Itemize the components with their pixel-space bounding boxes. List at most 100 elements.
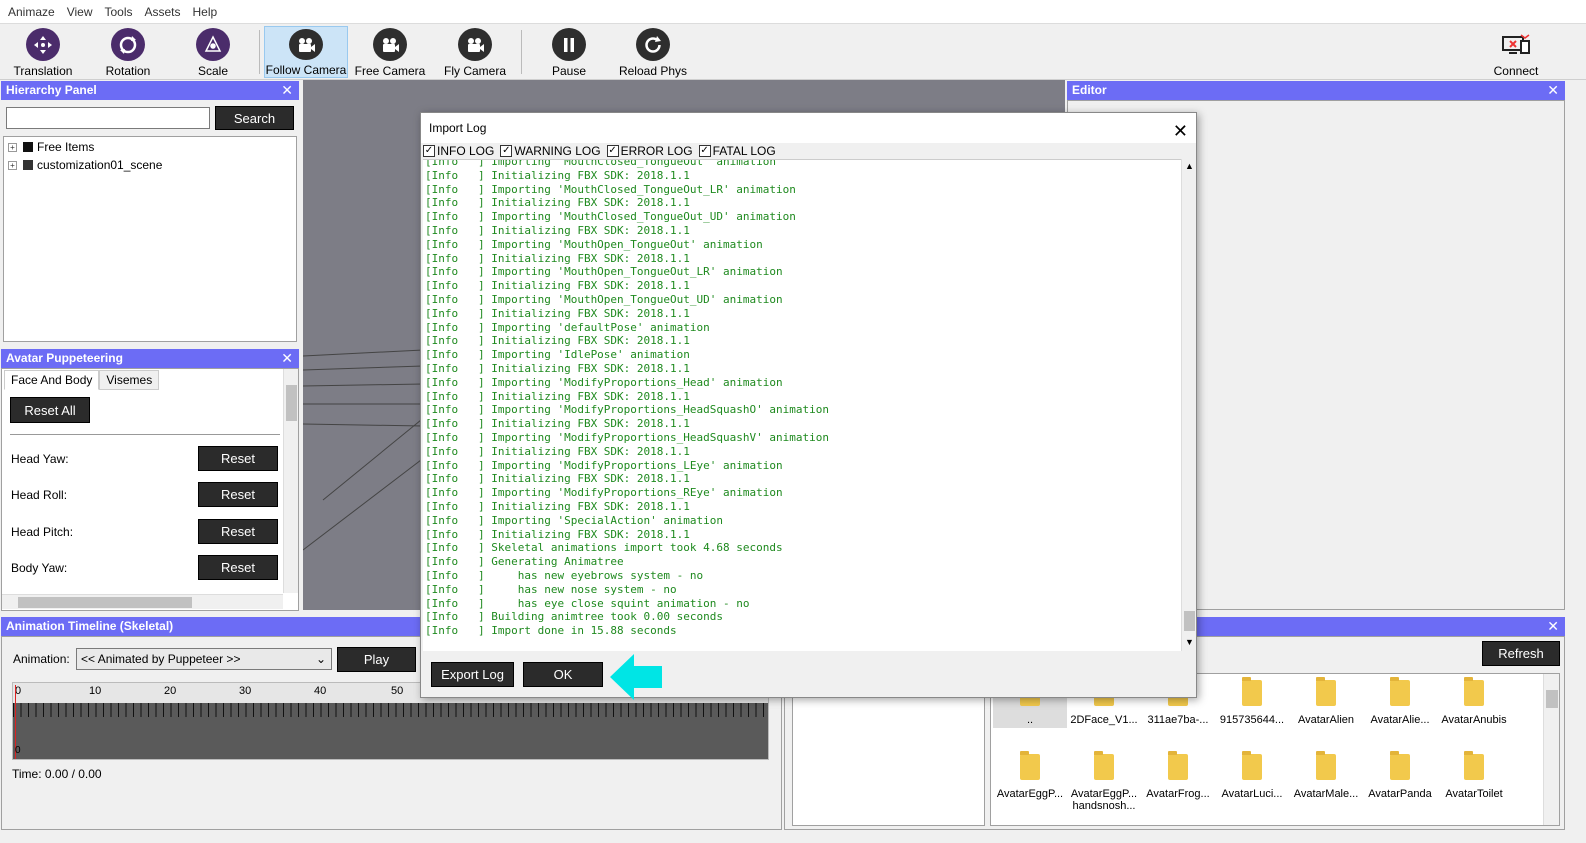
- pause-label: Pause: [551, 64, 587, 78]
- expand-icon[interactable]: +: [8, 160, 17, 170]
- folder-icon: [1316, 751, 1336, 780]
- camera-icon: [289, 29, 323, 60]
- fly-camera-button[interactable]: Fly Camera: [433, 26, 517, 78]
- folder-label: AvatarLuci...: [1221, 788, 1283, 800]
- tick-label: 40: [314, 685, 327, 697]
- head-pitch-label: Head Pitch:: [11, 525, 74, 539]
- chevron-down-icon[interactable]: ▼: [1185, 637, 1194, 647]
- error-log-checkbox[interactable]: ✓ ERROR LOG: [606, 143, 693, 159]
- checkmark-icon: ✓: [606, 145, 619, 157]
- head-pitch-reset-button[interactable]: Reset: [198, 519, 278, 544]
- scrollbar-thumb[interactable]: [1546, 690, 1558, 708]
- puppeteering-tabs: Face And Body Visemes: [4, 370, 160, 390]
- menu-assets[interactable]: Assets: [141, 5, 189, 19]
- head-roll-reset-button[interactable]: Reset: [198, 482, 278, 507]
- asset-grid-scrollbar[interactable]: [1543, 674, 1559, 825]
- log-scrollbar[interactable]: ▲ ▼: [1181, 159, 1196, 651]
- hierarchy-panel-header: Hierarchy Panel ✕: [1, 81, 299, 100]
- reset-all-button[interactable]: Reset All: [10, 397, 90, 423]
- tree-item-scene[interactable]: + customization01_scene: [8, 157, 162, 173]
- scrollbar-thumb[interactable]: [1184, 611, 1195, 631]
- head-yaw-reset-button[interactable]: Reset: [198, 446, 278, 471]
- folder-item[interactable]: AvatarMale...: [1289, 751, 1363, 800]
- close-icon[interactable]: ✕: [1547, 617, 1559, 636]
- connect-button[interactable]: Connect: [1474, 26, 1558, 78]
- log-line: [Info ] has new nose system - no: [425, 582, 677, 596]
- pause-button[interactable]: Pause: [527, 26, 611, 78]
- fatal-log-checkbox[interactable]: ✓ FATAL LOG: [698, 143, 776, 159]
- folder-item[interactable]: AvatarLuci...: [1215, 751, 1289, 800]
- reload-phys-button[interactable]: Reload Phys: [611, 26, 695, 78]
- highlight-arrow-icon: [610, 654, 662, 700]
- search-button[interactable]: Search: [215, 106, 294, 130]
- expand-icon[interactable]: +: [8, 142, 17, 152]
- dialog-title: Import Log: [429, 121, 487, 135]
- menu-view[interactable]: View: [63, 5, 101, 19]
- puppeteering-horizontal-scrollbar[interactable]: [2, 594, 283, 609]
- close-icon[interactable]: ✕: [281, 81, 293, 100]
- folder-item[interactable]: AvatarPanda: [1363, 751, 1437, 800]
- folder-label: AvatarAlien: [1297, 714, 1355, 726]
- folder-label: 915735644...: [1219, 714, 1285, 726]
- time-readout: Time: 0.00 / 0.00: [12, 767, 102, 781]
- export-log-button[interactable]: Export Log: [431, 662, 514, 687]
- tree-item-label: customization01_scene: [37, 158, 163, 172]
- tab-visemes[interactable]: Visemes: [99, 370, 160, 390]
- tree-item-free-items[interactable]: + Free Items: [8, 139, 94, 155]
- close-icon[interactable]: ✕: [1173, 116, 1188, 146]
- log-line: [Info ] Initializing FBX SDK: 2018.1.1: [425, 251, 690, 265]
- filter-label: ERROR LOG: [620, 144, 693, 158]
- log-line: [Info ] has eye close squint animation -…: [425, 596, 750, 610]
- folder-item[interactable]: AvatarEggP...: [993, 751, 1067, 800]
- refresh-button[interactable]: Refresh: [1482, 641, 1560, 666]
- hierarchy-search-input[interactable]: [6, 107, 210, 129]
- toolbar-separator: [521, 30, 522, 74]
- tab-face-and-body[interactable]: Face And Body: [4, 370, 100, 390]
- menu-help[interactable]: Help: [189, 5, 226, 19]
- head-yaw-label: Head Yaw:: [11, 452, 69, 466]
- chevron-up-icon[interactable]: ▲: [1185, 161, 1194, 171]
- rotation-button[interactable]: Rotation: [86, 26, 170, 78]
- body-yaw-reset-button[interactable]: Reset: [198, 555, 278, 580]
- folder-item[interactable]: AvatarAnubis: [1437, 677, 1511, 726]
- warning-log-checkbox[interactable]: ✓ WARNING LOG: [500, 143, 601, 159]
- body-yaw-label: Body Yaw:: [11, 561, 68, 575]
- animation-select[interactable]: << Animated by Puppeteer >> ⌄: [76, 648, 332, 670]
- translation-button[interactable]: Translation: [1, 26, 85, 78]
- tick-label: 50: [391, 685, 404, 697]
- folder-icon: [1464, 677, 1484, 706]
- folder-item[interactable]: AvatarToilet: [1437, 751, 1511, 800]
- puppeteering-panel-title: Avatar Puppeteering: [6, 351, 123, 365]
- scale-icon: [196, 28, 230, 61]
- reload-icon: [636, 28, 670, 61]
- close-icon[interactable]: ✕: [1547, 81, 1559, 100]
- close-icon[interactable]: ✕: [281, 349, 293, 368]
- connect-icon: [1499, 28, 1533, 61]
- free-camera-button[interactable]: Free Camera: [348, 26, 432, 78]
- scrollbar-thumb[interactable]: [286, 385, 297, 421]
- rotate-icon: [111, 28, 145, 61]
- folder-item[interactable]: AvatarEggP... handsnosh...: [1067, 751, 1141, 812]
- tree-item-label: Free Items: [37, 140, 95, 154]
- folder-item[interactable]: 915735644...: [1215, 677, 1289, 726]
- log-line: [Info ] Initializing FBX SDK: 2018.1.1: [425, 223, 690, 237]
- folder-icon: [23, 142, 33, 152]
- folder-icon: [1390, 751, 1410, 780]
- play-button[interactable]: Play: [337, 647, 416, 672]
- folder-item[interactable]: AvatarAlie...: [1363, 677, 1437, 726]
- menu-animaze[interactable]: Animaze: [4, 5, 63, 19]
- menu-tools[interactable]: Tools: [100, 5, 140, 19]
- scale-button[interactable]: Scale: [171, 26, 255, 78]
- puppeteering-vertical-scrollbar[interactable]: [283, 369, 298, 593]
- log-line: [Info ] has new eyebrows system - no: [425, 568, 704, 582]
- log-output[interactable]: [Info ] Importing 'MouthClosed_TongueOut…: [423, 159, 1181, 651]
- ok-button[interactable]: OK: [523, 662, 603, 687]
- folder-item[interactable]: AvatarAlien: [1289, 677, 1363, 726]
- playhead-label: 0: [15, 745, 21, 756]
- filter-label: WARNING LOG: [514, 144, 601, 158]
- folder-item[interactable]: AvatarFrog...: [1141, 751, 1215, 800]
- info-log-checkbox[interactable]: ✓ INFO LOG: [423, 143, 494, 159]
- scrollbar-thumb[interactable]: [18, 597, 192, 608]
- follow-camera-button[interactable]: Follow Camera: [264, 26, 348, 78]
- toolbar-separator: [259, 30, 260, 74]
